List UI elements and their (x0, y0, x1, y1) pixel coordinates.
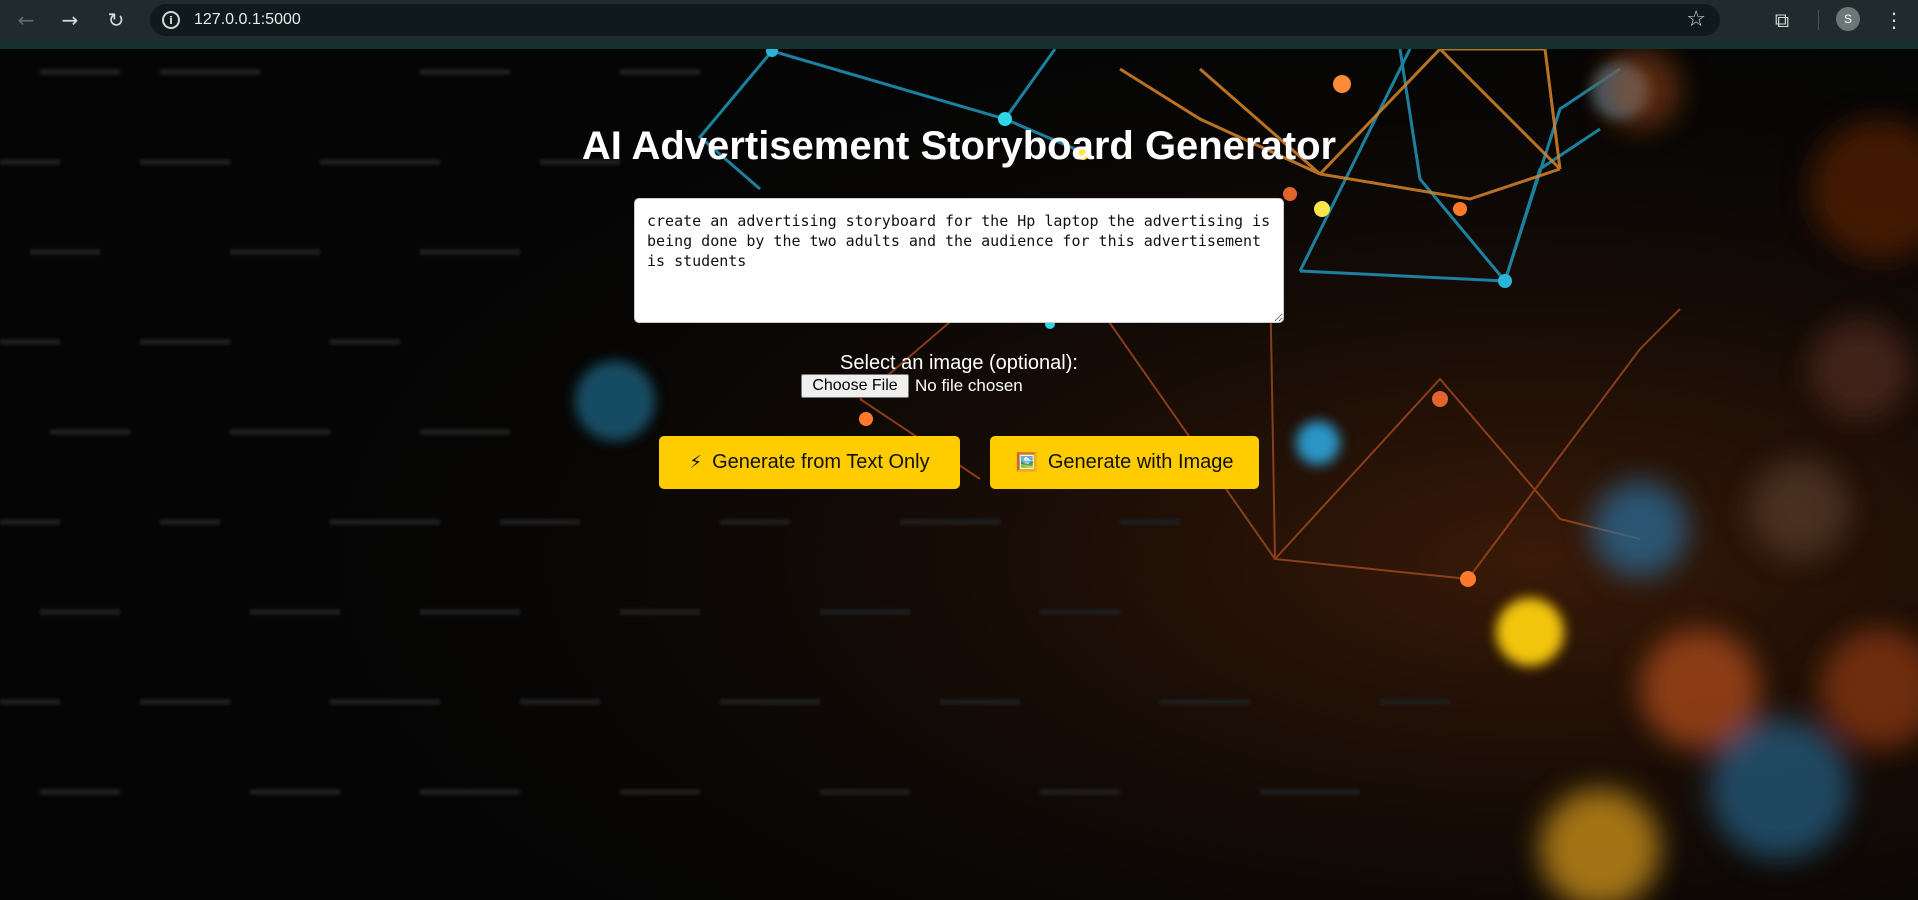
forward-arrow-icon[interactable]: → (56, 6, 84, 34)
toolbar-divider (1818, 10, 1819, 30)
site-info-icon[interactable]: i (162, 11, 180, 29)
choose-file-button[interactable]: Choose File (801, 374, 909, 398)
star-icon[interactable]: ☆ (1686, 7, 1706, 32)
avatar[interactable]: S (1836, 7, 1860, 31)
generate-from-text-label: Generate from Text Only (712, 451, 930, 473)
image-select-label: Select an image (optional): (840, 352, 1078, 374)
reload-icon[interactable]: ↻ (102, 6, 130, 34)
url-text[interactable]: 127.0.0.1:5000 (194, 11, 301, 29)
lightning-icon: ⚡ (689, 452, 703, 473)
kebab-menu-icon[interactable]: ⋮ (1880, 6, 1908, 34)
no-file-text: No file chosen (915, 376, 1023, 395)
page-content: AI Advertisement Storyboard Generator Se… (0, 49, 1918, 900)
generate-from-text-button[interactable]: ⚡ Generate from Text Only (659, 436, 960, 489)
picture-icon: 🖼️ (1015, 452, 1038, 473)
address-bar[interactable]: i 127.0.0.1:5000 ☆ (150, 4, 1720, 36)
generate-with-image-button[interactable]: 🖼️ Generate with Image (990, 436, 1259, 489)
back-arrow-icon[interactable]: ← (12, 6, 40, 34)
prompt-textarea[interactable] (634, 198, 1284, 323)
file-input[interactable]: Choose File No file chosen (801, 374, 1023, 398)
generate-with-image-label: Generate with Image (1047, 451, 1234, 473)
extensions-icon[interactable]: ⧉ (1768, 6, 1796, 34)
toolbar-border (0, 40, 1918, 49)
browser-toolbar: ← → ↻ i 127.0.0.1:5000 ☆ ⧉ S ⋮ (0, 0, 1918, 40)
page-title: AI Advertisement Storyboard Generator (581, 124, 1337, 168)
